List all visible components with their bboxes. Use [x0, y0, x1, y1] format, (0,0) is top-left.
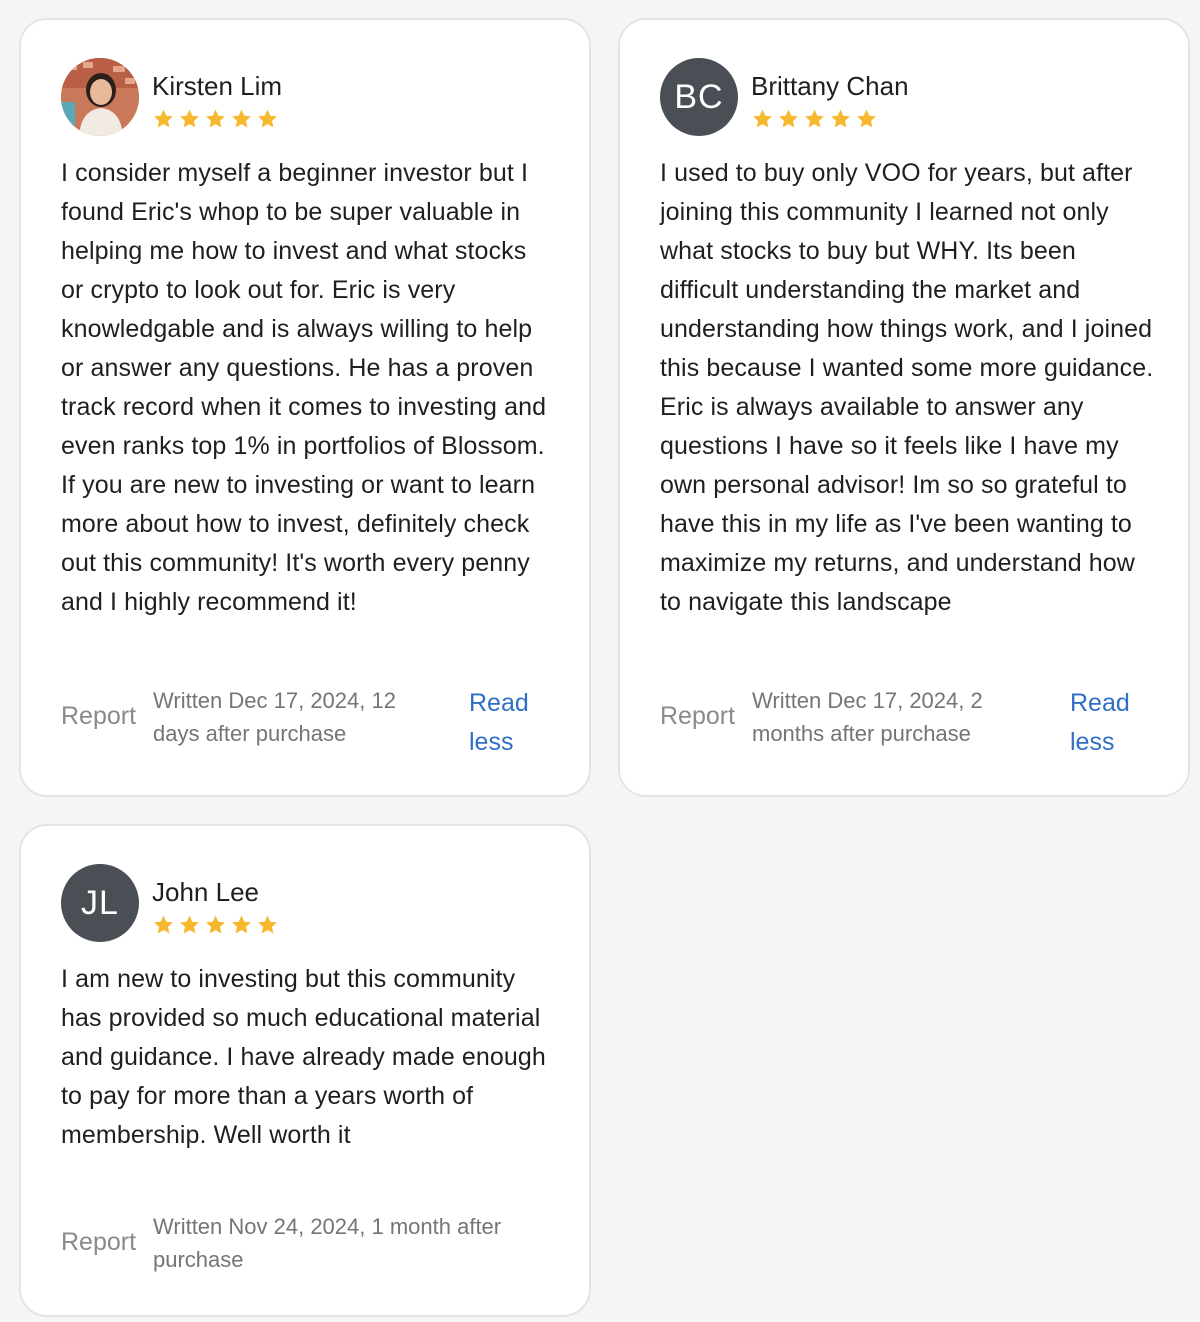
avatar: BC — [660, 58, 738, 136]
written-date-line: Written Dec 17, 2024, 2 — [752, 688, 983, 713]
reviewer-name: Kirsten Lim — [152, 71, 283, 101]
read-less-line: less — [1070, 728, 1115, 756]
star-rating — [152, 914, 279, 936]
read-less-line: Read — [469, 689, 529, 717]
star-icon — [232, 109, 251, 128]
star-icon — [232, 915, 251, 934]
read-less-line: Read — [1070, 689, 1130, 717]
review-card: BC Brittany Chan I used to buy only VOO … — [618, 18, 1190, 797]
star-icon — [258, 915, 277, 934]
written-date-line: Written Dec 17, 2024, 12 — [153, 688, 396, 713]
review-footer: Report Written Nov 24, 2024, 1 month aft… — [61, 1210, 559, 1290]
written-date-line: days after purchase — [153, 721, 347, 746]
written-date: Written Dec 17, 2024, 12 days after purc… — [153, 684, 396, 750]
report-link[interactable]: Report — [61, 702, 136, 731]
read-less-link[interactable]: Read less — [1070, 684, 1130, 762]
star-icon — [154, 109, 173, 128]
written-date-line: purchase — [153, 1247, 244, 1272]
reviewer-name: John Lee — [152, 877, 259, 907]
written-date-line: months after purchase — [752, 721, 971, 746]
avatar-photo-icon — [61, 58, 139, 136]
avatar — [61, 58, 139, 136]
star-icon — [154, 915, 173, 934]
report-link[interactable]: Report — [660, 702, 735, 731]
star-rating — [152, 108, 279, 130]
star-icon — [206, 109, 225, 128]
review-text: I used to buy only VOO for years, but af… — [660, 159, 1154, 616]
review-card: Kirsten Lim I consider myself a beginner… — [19, 18, 591, 797]
reviewer-name: Brittany Chan — [751, 71, 909, 101]
review-card: JL John Lee I am new to investing but th… — [19, 824, 591, 1317]
review-footer: Report Written Dec 17, 2024, 2 months af… — [660, 684, 1158, 764]
star-icon — [180, 915, 199, 934]
written-date-line: Written Nov 24, 2024, 1 month after — [153, 1214, 502, 1239]
star-icon — [180, 109, 199, 128]
star-icon — [206, 915, 225, 934]
avatar: JL — [61, 864, 139, 942]
review-text: I am new to investing but this community… — [61, 965, 546, 1149]
star-icon — [779, 109, 798, 128]
written-date: Written Dec 17, 2024, 2 months after pur… — [752, 684, 983, 750]
star-icon — [857, 109, 876, 128]
star-icon — [805, 109, 824, 128]
read-less-line: less — [469, 728, 514, 756]
review-text: I consider myself a beginner investor bu… — [61, 159, 547, 616]
star-rating — [751, 108, 878, 130]
read-less-link[interactable]: Read less — [469, 684, 529, 762]
review-footer: Report Written Dec 17, 2024, 12 days aft… — [61, 684, 559, 764]
star-icon — [258, 109, 277, 128]
star-icon — [753, 109, 772, 128]
star-icon — [831, 109, 850, 128]
report-link[interactable]: Report — [61, 1228, 136, 1257]
written-date: Written Nov 24, 2024, 1 month after purc… — [153, 1210, 563, 1276]
